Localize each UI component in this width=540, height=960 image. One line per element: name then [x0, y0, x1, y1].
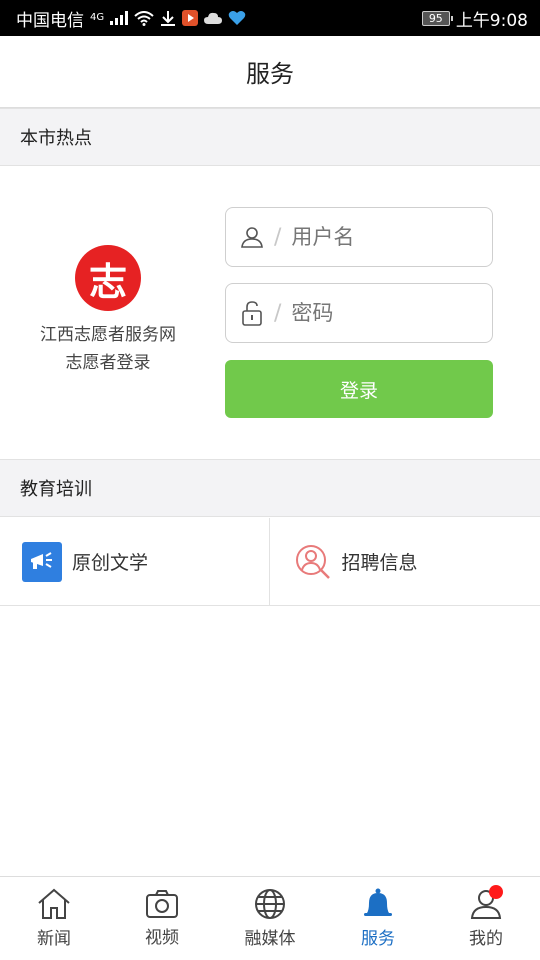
megaphone-icon — [22, 541, 62, 582]
login-subtitle: 志愿者登录 — [65, 353, 151, 373]
username-field[interactable]: / — [225, 207, 493, 267]
tab-media[interactable]: 融媒体 — [216, 877, 324, 960]
tab-label: 视频 — [145, 928, 179, 948]
section-title-hot: 本市热点 — [20, 128, 92, 149]
user-outline-icon — [240, 225, 264, 249]
carrier-name: 中国电信 — [16, 10, 84, 31]
lock-icon — [240, 300, 264, 326]
battery-indicator: 95 — [421, 10, 453, 26]
tile-label: 招聘信息 — [341, 552, 418, 574]
password-input[interactable] — [291, 301, 472, 325]
clock: 上午9:08 — [455, 10, 528, 31]
site-name: 江西志愿者服务网 — [40, 325, 176, 345]
site-logo-block: 志 江西志愿者服务网 志愿者登录 — [20, 245, 196, 377]
status-bar: 中国电信 4G 95 上午9:08 — [0, 0, 540, 36]
tab-label: 融媒体 — [244, 929, 296, 949]
tile-job-info[interactable]: 招聘信息 — [268, 518, 540, 605]
section-header-training: 教育培训 — [0, 459, 540, 517]
person-search-icon — [294, 543, 332, 581]
tab-label: 服务 — [361, 929, 395, 949]
page-title: 服务 — [246, 60, 294, 88]
password-field[interactable]: / — [225, 283, 493, 343]
bottom-tab-bar: 新闻 视频 融媒体 服务 我的 — [0, 876, 540, 960]
tab-label: 新闻 — [37, 929, 71, 949]
field-separator: / — [274, 300, 282, 326]
video-app-icon — [182, 10, 199, 26]
tile-original-literature[interactable]: 原创文学 — [0, 518, 269, 605]
username-input[interactable] — [291, 225, 472, 249]
login-button[interactable]: 登录 — [225, 360, 493, 418]
status-left: 中国电信 4G — [16, 6, 246, 31]
tab-mine[interactable]: 我的 — [432, 877, 540, 960]
tab-label: 我的 — [469, 929, 503, 949]
logo-character: 志 — [88, 258, 127, 304]
chat-app-icon — [228, 10, 246, 26]
section-title-training: 教育培训 — [20, 479, 92, 500]
tab-news[interactable]: 新闻 — [0, 877, 108, 960]
globe-icon — [254, 888, 286, 920]
tile-label: 原创文学 — [72, 552, 149, 574]
download-icon — [160, 10, 176, 26]
home-icon — [37, 888, 71, 920]
volunteer-logo: 志 — [75, 245, 141, 311]
volunteer-login-panel: 志 江西志愿者服务网 志愿者登录 / / 登录 — [0, 167, 540, 457]
cloud-icon — [204, 12, 223, 24]
camera-icon — [145, 889, 179, 919]
field-separator: / — [274, 224, 282, 250]
notification-badge — [489, 885, 503, 899]
tab-video[interactable]: 视频 — [108, 877, 216, 960]
section-header-hot: 本市热点 — [0, 108, 540, 166]
service-tiles: 原创文学 招聘信息 — [0, 518, 540, 606]
tab-service[interactable]: 服务 — [324, 877, 432, 960]
wifi-icon — [134, 10, 154, 26]
bell-icon — [362, 888, 394, 920]
network-type: 4G — [90, 11, 105, 23]
status-right: 95 上午9:08 — [421, 6, 528, 31]
signal-icon — [110, 11, 129, 25]
page-title-bar: 服务 — [0, 36, 540, 108]
